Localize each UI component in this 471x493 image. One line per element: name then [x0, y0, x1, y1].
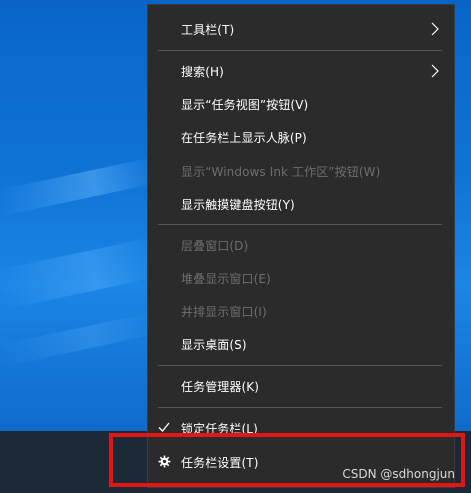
menu-item-label: 任务管理器(K): [181, 379, 260, 394]
menu-item-label: 搜索(H): [181, 64, 224, 79]
menu-item-show-desktop[interactable]: 显示桌面(S): [148, 328, 454, 360]
menu-item-label: 锁定任务栏(L): [181, 421, 258, 436]
menu-separator: [158, 50, 442, 51]
menu-item-cascade-windows[interactable]: 层叠窗口(D): [148, 229, 454, 261]
check-icon: [158, 422, 170, 432]
menu-item-label: 显示触摸键盘按钮(Y): [181, 197, 295, 212]
desktop-light-streak: [0, 311, 159, 367]
menu-separator: [158, 224, 442, 225]
menu-item-side-by-side-windows[interactable]: 并排显示窗口(I): [148, 295, 454, 327]
menu-item-label: 层叠窗口(D): [181, 238, 249, 253]
menu-item-label: 显示桌面(S): [181, 337, 247, 352]
watermark: CSDN @sdhongjun: [342, 467, 455, 481]
menu-item-stack-windows[interactable]: 堆叠显示窗口(E): [148, 262, 454, 294]
menu-item-search[interactable]: 搜索(H): [148, 55, 454, 87]
menu-item-show-windows-ink-button[interactable]: 显示“Windows Ink 工作区”按钮(W): [148, 155, 454, 187]
menu-item-label: 显示“Windows Ink 工作区”按钮(W): [181, 164, 381, 179]
menu-item-show-touch-keyboard-button[interactable]: 显示触摸键盘按钮(Y): [148, 188, 454, 220]
menu-item-lock-taskbar[interactable]: 锁定任务栏(L): [148, 412, 454, 444]
chevron-right-icon: [431, 64, 439, 78]
gear-icon: [158, 455, 171, 468]
menu-item-show-people[interactable]: 在任务栏上显示人脉(P): [148, 121, 454, 153]
menu-item-label: 堆叠显示窗口(E): [181, 271, 271, 286]
menu-separator: [158, 365, 442, 366]
menu-item-label: 工具栏(T): [181, 22, 235, 37]
chevron-right-icon: [431, 22, 439, 36]
menu-item-show-task-view-button[interactable]: 显示“任务视图”按钮(V): [148, 88, 454, 120]
taskbar-context-menu: 工具栏(T) 搜索(H) 显示“任务视图”按钮(V) 在任务栏上显示人脉(P) …: [147, 4, 455, 488]
menu-item-label: 并排显示窗口(I): [181, 304, 267, 319]
menu-item-toolbars[interactable]: 工具栏(T): [148, 13, 454, 45]
menu-item-label: 在任务栏上显示人脉(P): [181, 130, 307, 145]
menu-item-task-manager[interactable]: 任务管理器(K): [148, 370, 454, 402]
desktop-light-streak: [0, 237, 161, 310]
desktop-light-streak: [0, 157, 160, 216]
menu-item-label: 任务栏设置(T): [181, 455, 259, 470]
menu-separator: [158, 407, 442, 408]
menu-item-label: 显示“任务视图”按钮(V): [181, 97, 309, 112]
